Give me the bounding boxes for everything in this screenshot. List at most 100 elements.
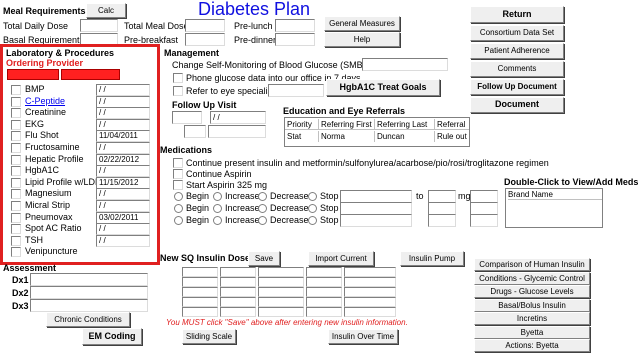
follow-up-document-button[interactable]: Follow Up Document — [470, 79, 564, 95]
sliding-scale-button[interactable]: Sliding Scale — [182, 329, 236, 344]
increase-radio[interactable] — [213, 192, 222, 201]
pre-lunch-field[interactable] — [275, 19, 315, 32]
continue-insulin-label: Continue present insulin and metformin/s… — [186, 158, 549, 168]
conditions-glycemic-control-button[interactable]: Conditions - Glycemic Control — [474, 271, 590, 285]
general-measures-button[interactable]: General Measures — [324, 16, 400, 31]
help-button[interactable]: Help — [324, 32, 400, 47]
total-meal-dose-label: Total Meal Dose — [124, 21, 189, 31]
continue-aspirin-checkbox[interactable] — [173, 169, 183, 179]
drugs-glucose-levels-button[interactable]: Drugs - Glucose Levels — [474, 285, 590, 298]
document-button[interactable]: Document — [470, 97, 564, 113]
meds-list-column-brand[interactable]: Brand Name — [508, 190, 602, 200]
increase-radio[interactable] — [213, 216, 222, 225]
continue-insulin-checkbox[interactable] — [173, 158, 183, 168]
insulin-grid-cell[interactable] — [258, 307, 304, 317]
stop-radio[interactable] — [308, 204, 317, 213]
follow-up-date-field[interactable] — [172, 111, 202, 124]
dx2-field[interactable] — [30, 286, 148, 299]
incretins-button[interactable]: Incretins — [474, 312, 590, 325]
insulin-grid-cell[interactable] — [258, 297, 304, 307]
total-meal-dose-field[interactable] — [185, 19, 225, 32]
insulin-grid-cell[interactable] — [258, 267, 304, 277]
insulin-grid-cell[interactable] — [306, 297, 342, 307]
consortium-data-set-button[interactable]: Consortium Data Set — [470, 25, 564, 41]
stop-radio[interactable] — [308, 216, 317, 225]
follow-up-extra-1[interactable] — [184, 125, 206, 138]
return-button[interactable]: Return — [470, 6, 564, 23]
decrease-radio[interactable] — [258, 204, 267, 213]
insulin-grid-cell[interactable] — [344, 287, 396, 297]
patient-adherence-button[interactable]: Patient Adherence — [470, 43, 564, 59]
em-coding-button[interactable]: EM Coding — [82, 328, 142, 345]
dx3-field[interactable] — [30, 299, 148, 312]
dx1-field[interactable] — [30, 273, 148, 286]
referrals-col-first[interactable]: Referring First — [319, 119, 375, 130]
byetta-button[interactable]: Byetta — [474, 325, 590, 339]
insulin-grid-cell[interactable] — [182, 267, 218, 277]
hgba1c-treat-goals-button[interactable]: HgbA1C Treat Goals — [326, 79, 440, 96]
referrals-col-last[interactable]: Referring Last — [375, 119, 435, 130]
start-aspirin-checkbox[interactable] — [173, 180, 183, 190]
increase-radio[interactable] — [213, 204, 222, 213]
chronic-conditions-button[interactable]: Chronic Conditions — [46, 312, 130, 327]
referrals-col-priority[interactable]: Priority — [285, 119, 319, 130]
insulin-grid-cell[interactable] — [306, 267, 342, 277]
pre-dinner-field[interactable] — [275, 33, 315, 46]
refer-eye-field[interactable] — [268, 84, 324, 97]
pre-breakfast-field[interactable] — [185, 33, 225, 46]
calc-button[interactable]: Calc — [86, 3, 126, 18]
follow-up-value-field[interactable]: / / — [210, 111, 266, 124]
begin-radio[interactable] — [174, 192, 183, 201]
insulin-grid-cell[interactable] — [344, 267, 396, 277]
import-current-button[interactable]: Import Current — [308, 251, 374, 266]
insulin-grid-cell[interactable] — [258, 277, 304, 287]
insulin-grid-cell[interactable] — [182, 307, 218, 317]
begin-radio[interactable] — [174, 216, 183, 225]
meal-requirements-heading: Meal Requirements — [3, 6, 86, 16]
med-from-field[interactable] — [428, 214, 456, 227]
stop-radio[interactable] — [308, 192, 317, 201]
insulin-grid-cell[interactable] — [182, 277, 218, 287]
insulin-grid-cell[interactable] — [306, 307, 342, 317]
insulin-grid-cell[interactable] — [344, 277, 396, 287]
meds-list[interactable]: Brand Name — [505, 188, 603, 228]
begin-radio[interactable] — [174, 204, 183, 213]
insulin-grid-cell[interactable] — [182, 297, 218, 307]
insulin-grid-cell[interactable] — [182, 287, 218, 297]
dx3-label: Dx3 — [12, 301, 29, 311]
smbg-field[interactable] — [362, 58, 448, 71]
increase-label: Increase — [225, 215, 260, 225]
referrals-table[interactable]: Priority Referring First Referring Last … — [284, 117, 470, 147]
insulin-grid-cell[interactable] — [220, 267, 256, 277]
insulin-grid-cell[interactable] — [220, 307, 256, 317]
referrals-col-referral[interactable]: Referral — [435, 119, 469, 130]
med-name-field[interactable] — [340, 214, 412, 227]
insulin-grid-cell[interactable] — [306, 287, 342, 297]
insulin-save-button[interactable]: Save — [248, 251, 280, 266]
insulin-grid-cell[interactable] — [220, 287, 256, 297]
insulin-over-time-button[interactable]: Insulin Over Time — [328, 329, 398, 344]
basal-bolus-insulin-button[interactable]: Basal/Bolus Insulin — [474, 298, 590, 312]
med-to-field[interactable] — [470, 214, 498, 227]
insulin-grid-cell[interactable] — [306, 277, 342, 287]
insulin-grid-cell[interactable] — [220, 277, 256, 287]
phone-glucose-checkbox[interactable] — [173, 73, 183, 83]
comparison-of-human-insulin-button[interactable]: Comparison of Human Insulin — [474, 258, 590, 271]
table-row-referral[interactable]: Rule out — [435, 131, 469, 142]
refer-eye-checkbox[interactable] — [173, 86, 183, 96]
decrease-radio[interactable] — [258, 192, 267, 201]
table-row-priority[interactable]: Stat — [285, 131, 319, 142]
total-daily-dose-field[interactable] — [80, 19, 118, 32]
insulin-grid-cell[interactable] — [344, 297, 396, 307]
insulin-grid-cell[interactable] — [258, 287, 304, 297]
decrease-radio[interactable] — [258, 216, 267, 225]
comments-button[interactable]: Comments — [470, 61, 564, 77]
insulin-grid-cell[interactable] — [220, 297, 256, 307]
dx2-label: Dx2 — [12, 288, 29, 298]
table-row-last[interactable]: Duncan — [375, 131, 435, 142]
actions-byetta-button[interactable]: Actions: Byetta — [474, 339, 590, 352]
insulin-grid-cell[interactable] — [344, 307, 396, 317]
table-row-first[interactable]: Norma — [319, 131, 375, 142]
insulin-pump-button[interactable]: Insulin Pump — [400, 251, 464, 266]
follow-up-extra-2[interactable] — [208, 125, 266, 138]
